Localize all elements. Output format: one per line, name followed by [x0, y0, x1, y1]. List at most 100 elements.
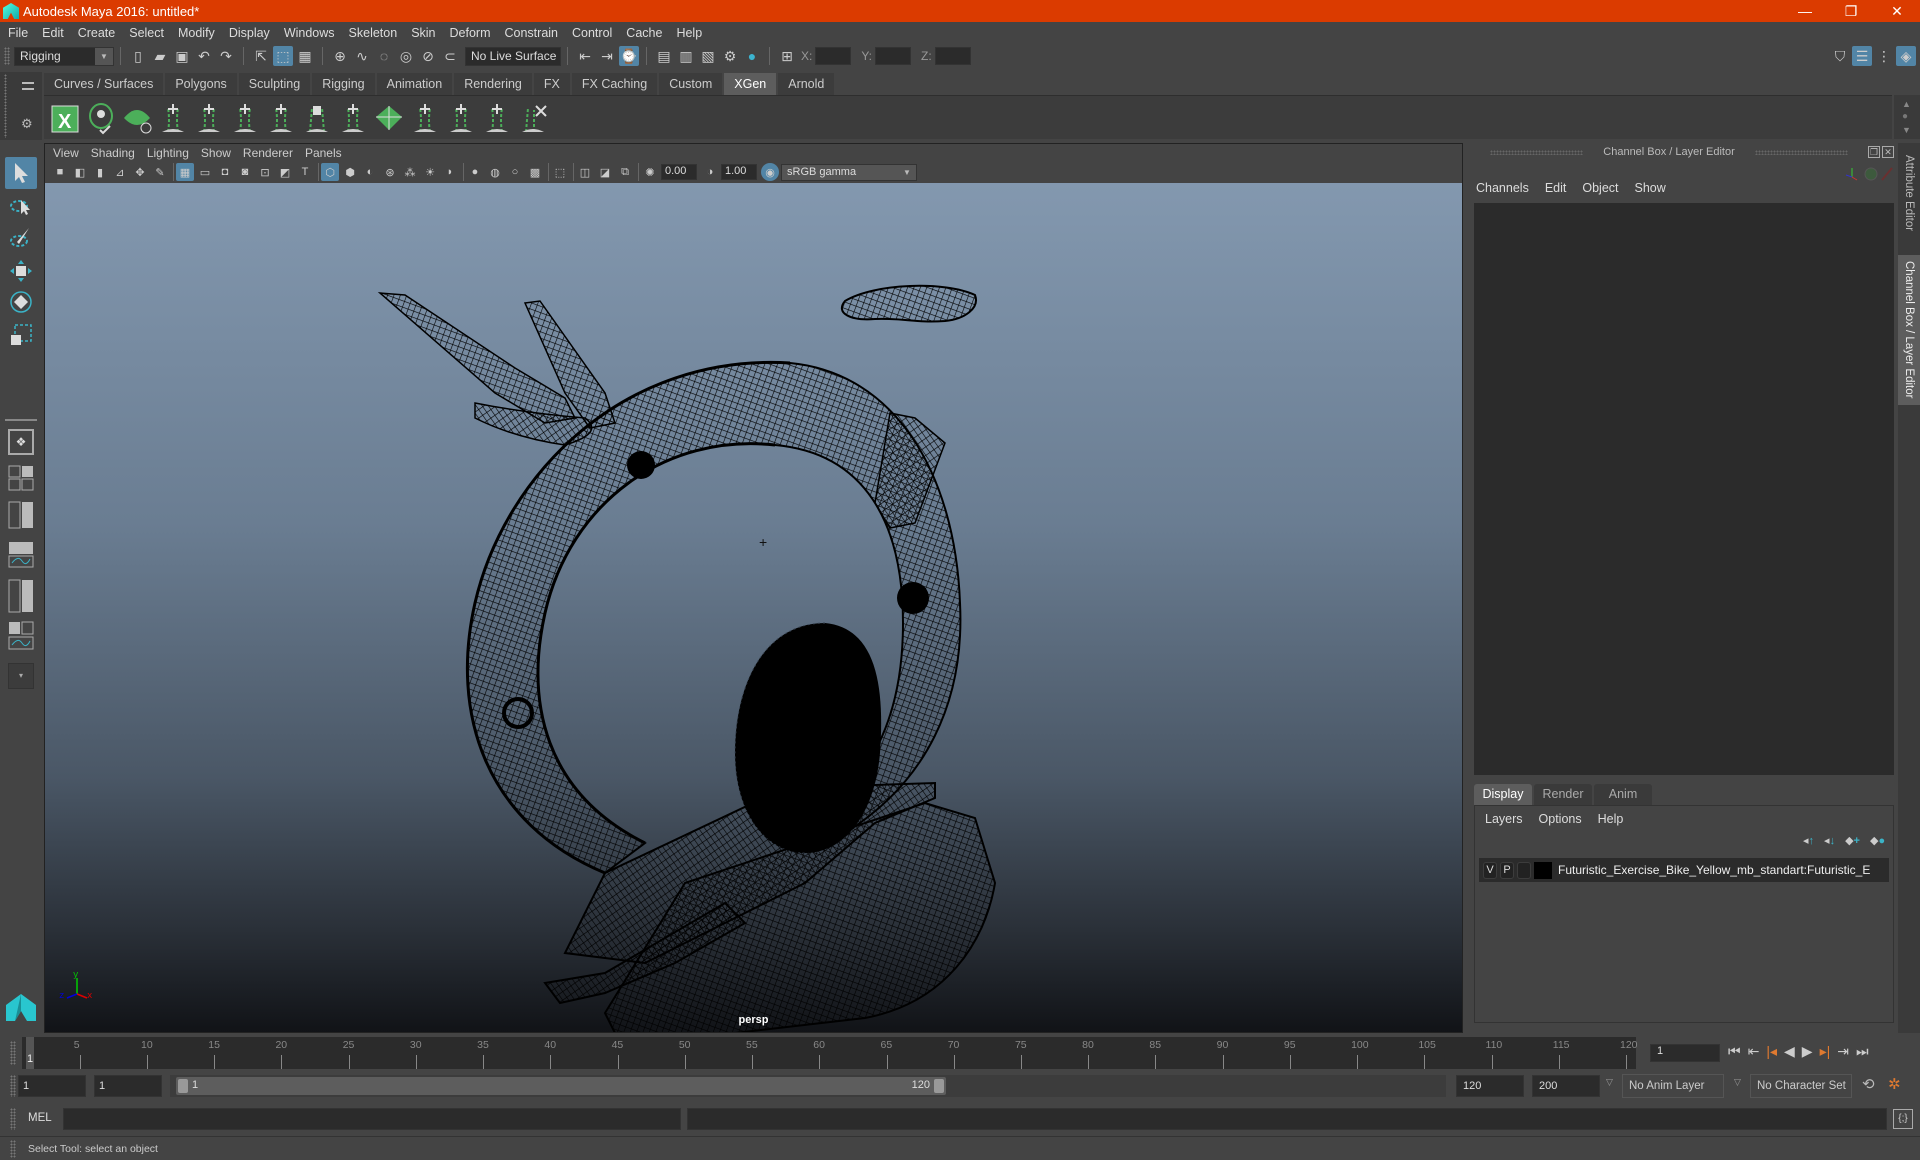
grip-handle[interactable]: [1754, 149, 1848, 155]
shelf-tab-xgen[interactable]: XGen: [724, 73, 777, 95]
move-layer-down-icon[interactable]: ◂↓: [1824, 834, 1835, 847]
timeline-bar[interactable]: 1 5 10 15 20 25 30 35 40 45 50 55 60 65 70 75 80 85 90 95 1…: [22, 1037, 1638, 1069]
create-description-icon[interactable]: [89, 102, 113, 134]
open-scene-icon[interactable]: ▰: [150, 46, 170, 66]
animation-preferences-icon[interactable]: ✲: [1888, 1075, 1901, 1093]
scroll-down-icon[interactable]: ▼: [1902, 125, 1911, 135]
playback-end-field[interactable]: 120: [1456, 1075, 1524, 1097]
color-management-toggle-icon[interactable]: ◉: [761, 163, 779, 181]
grip-handle[interactable]: [4, 47, 10, 65]
y-field[interactable]: [875, 47, 912, 65]
anim-layer-chevron-icon[interactable]: ▽: [1606, 1077, 1613, 1088]
layer-playback-toggle[interactable]: P: [1500, 861, 1514, 879]
output-ops-icon[interactable]: ⇥: [597, 46, 617, 66]
menu-control[interactable]: Control: [572, 26, 612, 40]
snap-curve-icon[interactable]: ∿: [352, 46, 372, 66]
outliner-persp-layout-button[interactable]: [8, 501, 34, 529]
use-all-lights-icon[interactable]: ☀: [421, 163, 439, 181]
textured-icon[interactable]: ⁂: [401, 163, 419, 181]
smooth-shade-icon[interactable]: ⬢: [341, 163, 359, 181]
xray-joints-icon[interactable]: ◪: [596, 163, 614, 181]
field-chart-icon[interactable]: ⊡: [256, 163, 274, 181]
use-default-material-icon[interactable]: ◐: [361, 163, 379, 181]
tab-display[interactable]: Display: [1474, 784, 1532, 805]
bike-wireframe-model[interactable]: [45, 183, 1462, 1032]
command-input[interactable]: [63, 1108, 681, 1130]
modifiers-icon[interactable]: [376, 105, 402, 130]
shelf-tabs-menu-icon[interactable]: [22, 82, 34, 90]
select-by-component-icon[interactable]: ▦: [295, 46, 315, 66]
shelf-tab-sculpting[interactable]: Sculpting: [238, 73, 311, 95]
persp-graph-layout-button[interactable]: [8, 541, 34, 568]
speed-icon[interactable]: [1864, 167, 1878, 181]
snap-live-icon[interactable]: ⊘: [418, 46, 438, 66]
go-to-end-icon[interactable]: ⏭: [1856, 1043, 1869, 1060]
layer-menu-options[interactable]: Options: [1539, 812, 1582, 826]
select-guides-icon[interactable]: [450, 103, 472, 132]
modeling-toolkit-icon[interactable]: ⛉: [1830, 46, 1850, 66]
channel-box-menu-edit[interactable]: Edit: [1545, 181, 1567, 195]
select-by-hierarchy-icon[interactable]: ⇱: [251, 46, 271, 66]
layer-visibility-toggle[interactable]: V: [1483, 861, 1497, 879]
range-bar[interactable]: 1 120: [176, 1077, 946, 1095]
shelf-tab-fx-caching[interactable]: FX Caching: [571, 73, 658, 95]
layer-menu-layers[interactable]: Layers: [1485, 812, 1523, 826]
menu-skeleton[interactable]: Skeleton: [349, 26, 398, 40]
shelf-tab-custom[interactable]: Custom: [659, 73, 723, 95]
shelf-tab-fx[interactable]: FX: [533, 73, 570, 95]
grip-handle[interactable]: [4, 74, 7, 138]
depth-of-field-icon[interactable]: ▩: [526, 163, 544, 181]
resolution-gate-icon[interactable]: ◘: [216, 163, 234, 181]
hypershade-layout-button[interactable]: [8, 579, 34, 613]
layer-name[interactable]: Futuristic_Exercise_Bike_Yellow_mb_stand…: [1558, 863, 1870, 877]
construction-history-icon[interactable]: ⌚: [619, 46, 639, 66]
go-to-start-icon[interactable]: ⏮: [1728, 1043, 1741, 1060]
snap-view-plane-icon[interactable]: ◎: [396, 46, 416, 66]
play-forwards-icon[interactable]: ▶: [1802, 1043, 1813, 1060]
animation-end-field[interactable]: 200: [1532, 1075, 1600, 1097]
restore-button[interactable]: ❐: [1828, 0, 1874, 22]
channel-box-menu-show[interactable]: Show: [1635, 181, 1666, 195]
new-layer-from-selected-icon[interactable]: ◆●: [1870, 834, 1885, 847]
panel-menu-shading[interactable]: Shading: [91, 146, 135, 160]
save-scene-icon[interactable]: ▣: [172, 46, 192, 66]
shelf-scroll[interactable]: ▲ ● ▼: [1894, 95, 1920, 139]
character-set-dropdown[interactable]: No Character Set: [1750, 1074, 1852, 1098]
guide-length-icon[interactable]: [414, 103, 436, 132]
menu-windows[interactable]: Windows: [284, 26, 335, 40]
step-back-key-icon[interactable]: |◂: [1766, 1043, 1777, 1060]
wireframe-icon[interactable]: ⬡: [321, 163, 339, 181]
wireframe-on-shaded-icon[interactable]: ⊛: [381, 163, 399, 181]
four-view-layout-button[interactable]: [8, 465, 34, 491]
float-panel-icon[interactable]: ❐: [1868, 146, 1880, 158]
perspective-view[interactable]: + y x z persp: [45, 183, 1462, 1032]
channel-box-toggle-icon[interactable]: ◈: [1896, 46, 1916, 66]
shelf-settings-gear-icon[interactable]: ⚙: [21, 116, 33, 132]
rotate-tool-button[interactable]: [5, 286, 37, 318]
render-view-icon[interactable]: ▤: [654, 46, 674, 66]
layer-menu-help[interactable]: Help: [1598, 812, 1624, 826]
place-guides-icon[interactable]: [198, 103, 220, 132]
bookmark-icon[interactable]: ▮: [91, 163, 109, 181]
lock-guides-icon[interactable]: [306, 105, 328, 132]
redo-icon[interactable]: ↷: [216, 46, 236, 66]
xgen-editor-icon[interactable]: X: [51, 105, 79, 133]
tab-anim[interactable]: Anim: [1594, 784, 1652, 805]
layout-more-button[interactable]: ▾: [8, 663, 34, 689]
hyper-icon[interactable]: [1881, 167, 1893, 181]
grid-icon[interactable]: ▦: [176, 163, 194, 181]
menu-select[interactable]: Select: [129, 26, 164, 40]
shelf-tab-rigging[interactable]: Rigging: [312, 73, 375, 95]
camera-attributes-icon[interactable]: ◧: [71, 163, 89, 181]
shadows-icon[interactable]: ◗: [441, 163, 459, 181]
view-transform-dropdown[interactable]: sRGB gamma ▼: [781, 163, 917, 181]
isolate-select-icon[interactable]: ⬚: [551, 163, 569, 181]
minimize-button[interactable]: —: [1782, 0, 1828, 22]
range-end-handle[interactable]: [934, 1079, 944, 1093]
motion-blur-icon[interactable]: ◍: [486, 163, 504, 181]
live-surface-field[interactable]: No Live Surface: [465, 46, 561, 66]
safe-action-icon[interactable]: ◩: [276, 163, 294, 181]
menu-display[interactable]: Display: [229, 26, 270, 40]
scroll-up-icon[interactable]: ▲: [1902, 99, 1911, 109]
play-backwards-icon[interactable]: ◀: [1784, 1043, 1795, 1060]
